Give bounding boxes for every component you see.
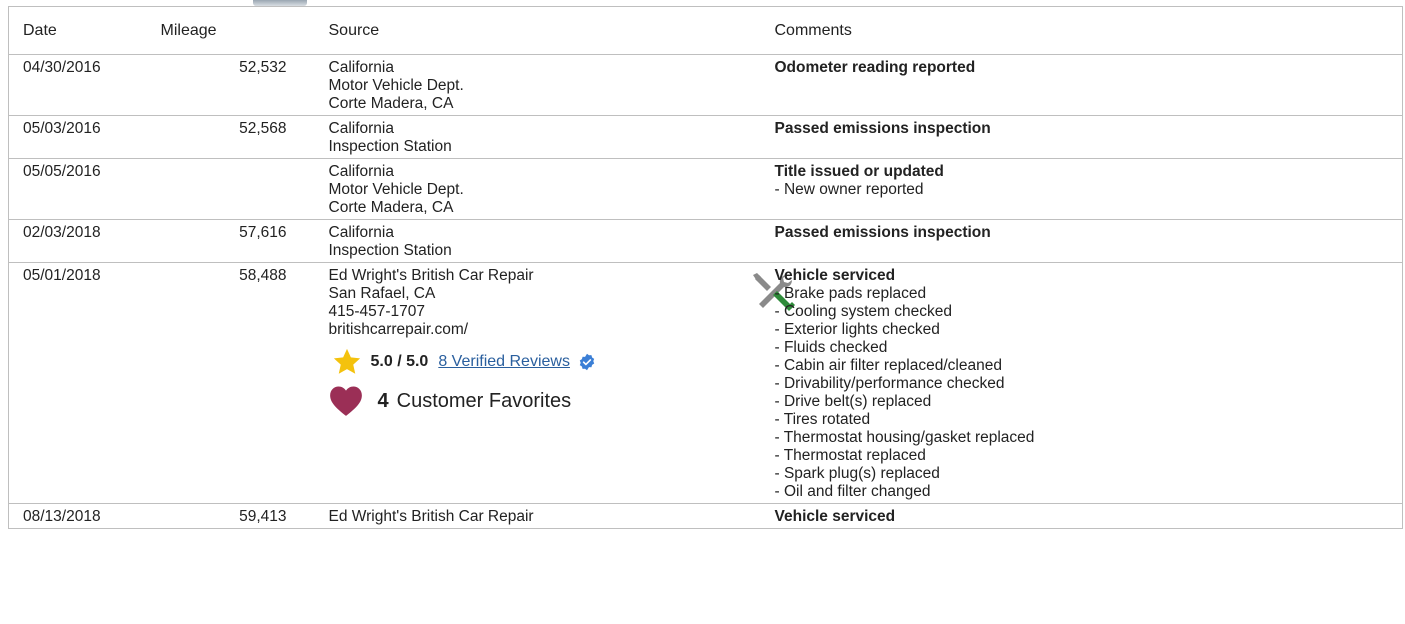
row-icon (712, 54, 775, 116)
source-line: California (328, 163, 394, 180)
row-icon (712, 219, 775, 263)
row-source: California Motor Vehicle Dept. Corte Mad… (292, 54, 713, 116)
comment-item: - Drivability/performance checked (774, 375, 1005, 392)
comment-title: Title issued or updated (774, 163, 944, 180)
source-line: California (328, 59, 394, 76)
comment-title: Vehicle serviced (774, 267, 896, 284)
row-mileage: 59,413 (239, 508, 287, 525)
row-comments: Passed emissions inspection (774, 219, 1403, 263)
source-line: britishcarrepair.com/ (328, 321, 469, 338)
comment-title: Passed emissions inspection (774, 224, 991, 241)
comment-item: - Thermostat replaced (774, 447, 926, 464)
heart-icon (329, 386, 362, 416)
comment-item: - New owner reported (774, 181, 924, 198)
row-date: 04/30/2016 (8, 54, 161, 116)
rating-score: 5.0 / 5.0 (370, 353, 429, 370)
star-icon (333, 348, 360, 374)
source-line: Ed Wright's British Car Repair (328, 267, 534, 284)
source-line: California (328, 120, 394, 137)
verified-reviews-link[interactable]: 8 Verified Reviews (438, 353, 570, 371)
row-mileage: 52,532 (160, 54, 293, 116)
favorites-label: Customer Favorites (396, 390, 572, 412)
table-row: 05/05/2016 California Motor Vehicle Dept… (8, 158, 1403, 220)
row-comments: Vehicle serviced (775, 504, 1403, 529)
comment-title: Vehicle serviced (774, 508, 896, 525)
source-line: Motor Vehicle Dept. (328, 181, 464, 198)
comment-item: - Spark plug(s) replaced (774, 465, 940, 482)
comment-item: - Cooling system checked (774, 303, 952, 320)
table-row: 02/03/2018 57,616 California Inspection … (8, 219, 1403, 263)
row-mileage: 57,616 (160, 219, 293, 263)
comment-title: Odometer reading reported (774, 59, 976, 76)
header-comments: Comments (774, 6, 1403, 55)
row-comments: Vehicle serviced - Brake pads replaced -… (774, 262, 1403, 504)
row-icon (713, 504, 775, 529)
row-comments: Title issued or updated - New owner repo… (774, 158, 1403, 220)
comment-item: - Brake pads replaced (774, 285, 927, 302)
row-date: 02/03/2018 (8, 219, 161, 263)
row-mileage: 58,488 (160, 262, 293, 504)
table-row: 05/03/2016 52,568 California Inspection … (8, 115, 1403, 159)
header-date: Date (8, 6, 161, 55)
row-date: 05/03/2016 (8, 115, 161, 159)
vehicle-history-table: Date Mileage Source Comments 04/30/2016 … (8, 6, 1403, 529)
row-icon (712, 115, 775, 159)
favorites-count: 4 (377, 390, 389, 412)
row-source: Ed Wright's British Car Repair (293, 504, 713, 529)
row-comments: Passed emissions inspection (774, 115, 1403, 159)
row-icon (712, 158, 775, 220)
row-source: California Inspection Station (292, 219, 713, 263)
row-mileage (160, 158, 293, 220)
table-row: 08/13/2018 59,413 Ed Wright's British Ca… (9, 504, 1403, 529)
comment-item: - Tires rotated (774, 411, 871, 428)
source-line: Inspection Station (328, 242, 452, 259)
table-header-row: Date Mileage Source Comments (8, 6, 1403, 55)
history-panel: Date Mileage Source Comments 04/30/2016 … (0, 0, 1405, 624)
comment-item: - Oil and filter changed (774, 483, 931, 500)
comment-title: Passed emissions inspection (774, 120, 991, 137)
shop-rating: 5.0 / 5.0 8 Verified Reviews (329, 347, 713, 377)
comment-item: - Exterior lights checked (774, 321, 940, 338)
row-mileage: 52,568 (160, 115, 293, 159)
source-line: Inspection Station (328, 138, 452, 155)
table-row: 05/01/2018 58,488 Ed Wright's British Ca… (8, 262, 1403, 504)
row-source: Ed Wright's British Car Repair San Rafae… (292, 262, 713, 504)
row-date: 08/13/2018 (23, 508, 101, 525)
header-icon (712, 6, 775, 55)
comment-item: - Thermostat housing/gasket replaced (774, 429, 1035, 446)
row-source: California Inspection Station (292, 115, 713, 159)
verified-badge-icon (579, 353, 595, 371)
row-icon (712, 262, 795, 504)
row-source: California Motor Vehicle Dept. Corte Mad… (292, 158, 713, 220)
source-line: California (328, 224, 394, 241)
source-line: Ed Wright's British Car Repair (328, 508, 534, 525)
header-source: Source (292, 6, 713, 55)
table-row: 04/30/2016 52,532 California Motor Vehic… (8, 54, 1403, 116)
source-line: Motor Vehicle Dept. (328, 77, 464, 94)
source-line: 415-457-1707 (328, 303, 426, 320)
source-line: San Rafael, CA (328, 285, 436, 302)
row-comments: Odometer reading reported (774, 54, 1403, 116)
comment-item: - Cabin air filter replaced/cleaned (774, 357, 1002, 374)
source-line: Corte Madera, CA (328, 95, 454, 112)
comment-item: - Fluids checked (774, 339, 888, 356)
header-mileage: Mileage (160, 6, 293, 55)
customer-favorites: 4 Customer Favorites (329, 383, 713, 419)
row-date: 05/01/2018 (8, 262, 161, 504)
row-date: 05/05/2016 (8, 158, 161, 220)
source-line: Corte Madera, CA (328, 199, 454, 216)
comment-item: - Drive belt(s) replaced (774, 393, 932, 410)
